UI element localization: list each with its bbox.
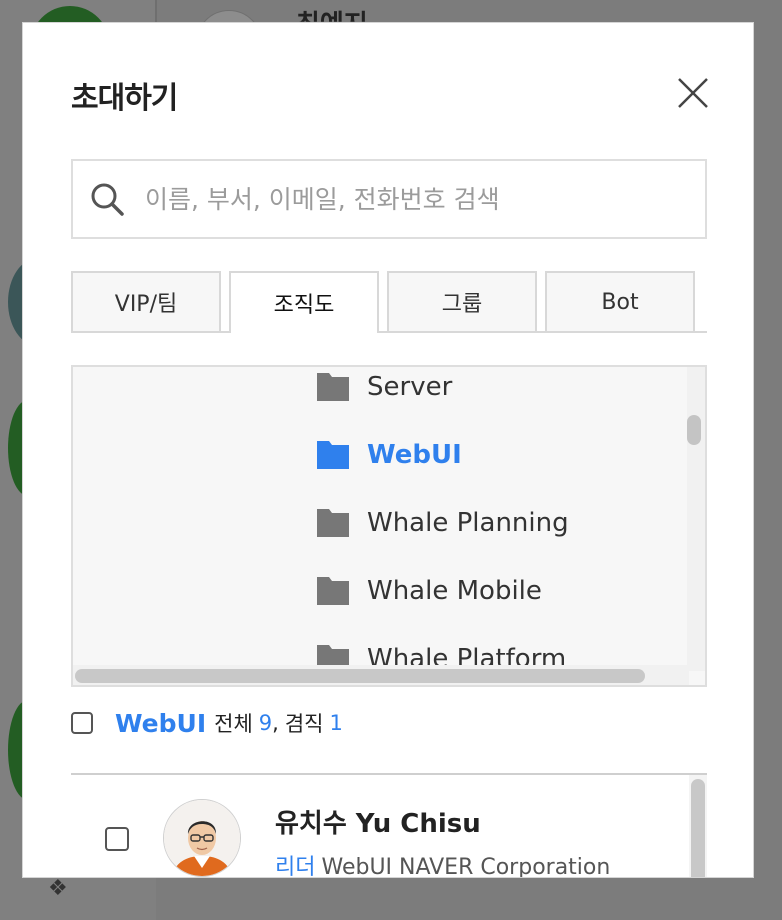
folder-icon [317,577,349,605]
horizontal-scrollbar[interactable] [75,669,645,683]
background-divider [155,0,157,22]
tree-item-server[interactable]: Server [317,367,452,407]
tab-bar: VIP/팀 조직도 그룹 Bot [71,271,707,333]
member-name: 유치수 Yu Chisu [275,809,481,839]
tree-item-label: Whale Mobile [367,576,542,606]
tree-item-whale-mobile[interactable]: Whale Mobile [317,571,542,611]
total-count: 9 [258,711,273,735]
tab-org-chart[interactable]: 조직도 [229,271,379,333]
tab-vip-team[interactable]: VIP/팀 [71,271,221,331]
member-row[interactable]: 유치수 Yu Chisu 리더 WebUI NAVER Corporation [71,783,681,878]
search-input[interactable] [143,183,705,215]
avatar [163,799,241,877]
department-name: WebUI [115,708,207,738]
tab-underline [71,331,707,333]
puzzle-icon: ❖ [48,876,68,901]
tree-item-label: Whale Planning [367,508,569,538]
org-tree[interactable]: Server WebUI Whale Planning Whale Mobile… [71,365,707,687]
tree-item-label: WebUI [367,440,462,470]
member-org: WebUI NAVER Corporation [321,855,611,878]
department-summary: WebUI 전체 9 , 겸직 1 [71,703,343,743]
tab-group[interactable]: 그룹 [387,271,537,331]
folder-icon [317,373,349,401]
tree-item-label: Server [367,372,453,402]
search-icon [91,183,124,216]
tree-item-whale-planning[interactable]: Whale Planning [317,503,569,543]
select-all-checkbox[interactable] [71,712,93,734]
vertical-scrollbar[interactable] [687,415,701,445]
total-label: 전체 [214,712,253,736]
member-list-divider [71,773,707,775]
invite-modal: 초대하기 VIP/팀 조직도 그룹 Bot Server [22,22,754,878]
modal-title: 초대하기 [71,81,178,116]
tab-bot[interactable]: Bot [545,271,695,331]
search-box [71,159,707,239]
summary-separator: , [272,711,279,735]
concurrent-label: 겸직 [284,712,324,736]
member-role: 리더 [275,855,316,878]
member-checkbox[interactable] [105,827,129,851]
folder-icon [317,441,349,469]
vertical-scrollbar-track [687,367,705,671]
tree-item-webui[interactable]: WebUI [317,435,462,475]
close-button[interactable] [675,75,711,111]
member-list-scrollbar[interactable] [691,779,705,877]
close-icon [678,78,708,108]
member-info: 리더 WebUI NAVER Corporation [275,849,611,878]
person-photo [164,800,240,876]
folder-icon [317,509,349,537]
concurrent-count: 1 [329,711,343,735]
